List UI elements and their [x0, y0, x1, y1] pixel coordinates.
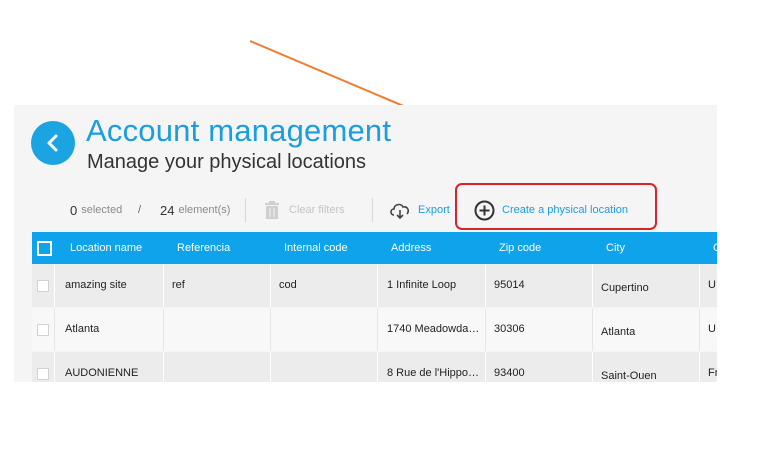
cell-city: Atlanta	[601, 326, 636, 338]
column-header-city[interactable]: City	[606, 232, 625, 264]
column-header-zip-code[interactable]: Zip code	[499, 232, 541, 264]
column-header-referencia[interactable]: Referencia	[177, 232, 230, 264]
column-divider	[592, 352, 593, 382]
cell-address: 1740 Meadowda…	[387, 323, 480, 335]
element-count: 24 element(s)	[160, 193, 230, 227]
column-divider	[699, 264, 700, 307]
column-divider	[592, 264, 593, 307]
column-divider	[377, 264, 378, 307]
page-title: Account management	[86, 113, 392, 148]
table-row[interactable]: amazing site ref cod 1 Infinite Loop 950…	[32, 264, 717, 307]
export-button[interactable]: Export	[389, 193, 450, 227]
table-row[interactable]: Atlanta 1740 Meadowda… 30306 Atlanta U	[32, 308, 717, 351]
cloud-download-icon	[390, 203, 410, 219]
row-checkbox[interactable]	[37, 280, 49, 292]
row-checkbox[interactable]	[37, 324, 49, 336]
cell-location-name: AUDONIENNE	[65, 367, 139, 379]
column-divider	[377, 308, 378, 351]
cell-zip-code: 30306	[494, 323, 525, 335]
cell-country: Fr	[708, 367, 717, 379]
column-header-country[interactable]: C	[713, 232, 717, 264]
cell-city: Saint-Ouen	[601, 370, 657, 382]
cell-zip-code: 93400	[494, 367, 525, 379]
column-divider	[270, 352, 271, 382]
column-divider	[270, 264, 271, 307]
column-divider	[270, 308, 271, 351]
cell-address: 8 Rue de l'Hippo…	[387, 367, 479, 379]
count-divider: /	[138, 204, 142, 216]
clear-filters-button[interactable]: Clear filters	[263, 193, 345, 227]
export-label: Export	[418, 204, 450, 216]
select-all-checkbox[interactable]	[37, 241, 52, 256]
chevron-left-icon	[47, 134, 58, 152]
page-subtitle: Manage your physical locations	[87, 151, 367, 173]
column-divider	[163, 264, 164, 307]
column-divider	[699, 352, 700, 382]
toolbar-divider	[245, 198, 246, 222]
cell-location-name: Atlanta	[65, 323, 100, 335]
selected-count-value: 0	[70, 202, 78, 218]
cell-location-name: amazing site	[65, 279, 127, 291]
column-header-internal-code[interactable]: Internal code	[284, 232, 348, 264]
cell-country: U	[708, 323, 716, 335]
cell-city: Cupertino	[601, 282, 649, 294]
clear-filters-label: Clear filters	[289, 204, 345, 216]
cell-referencia: ref	[172, 279, 185, 291]
column-divider	[163, 352, 164, 382]
cell-country: U	[708, 279, 716, 291]
account-management-panel: Account management Manage your physical …	[14, 105, 717, 382]
table-header: Location name Referencia Internal code A…	[32, 232, 717, 264]
column-divider	[485, 308, 486, 351]
highlight-box	[455, 183, 657, 230]
selected-count: 0 selected	[70, 193, 122, 227]
cell-internal-code: cod	[279, 279, 297, 291]
back-button[interactable]	[31, 121, 75, 165]
column-divider	[163, 308, 164, 351]
column-divider	[54, 352, 55, 382]
column-header-address[interactable]: Address	[391, 232, 431, 264]
row-checkbox[interactable]	[37, 368, 49, 380]
cell-zip-code: 95014	[494, 279, 525, 291]
column-header-location-name[interactable]: Location name	[70, 232, 142, 264]
element-count-label: element(s)	[178, 204, 231, 216]
toolbar-divider	[372, 198, 373, 222]
column-divider	[54, 308, 55, 351]
column-divider	[699, 308, 700, 351]
element-count-value: 24	[160, 202, 175, 218]
column-divider	[485, 264, 486, 307]
trash-icon	[265, 201, 279, 219]
column-divider	[485, 352, 486, 382]
selected-count-label: selected	[81, 204, 123, 216]
column-divider	[54, 264, 55, 307]
table-row[interactable]: AUDONIENNE 8 Rue de l'Hippo… 93400 Saint…	[32, 352, 717, 382]
column-divider	[377, 352, 378, 382]
column-divider	[592, 308, 593, 351]
cell-address: 1 Infinite Loop	[387, 279, 457, 291]
